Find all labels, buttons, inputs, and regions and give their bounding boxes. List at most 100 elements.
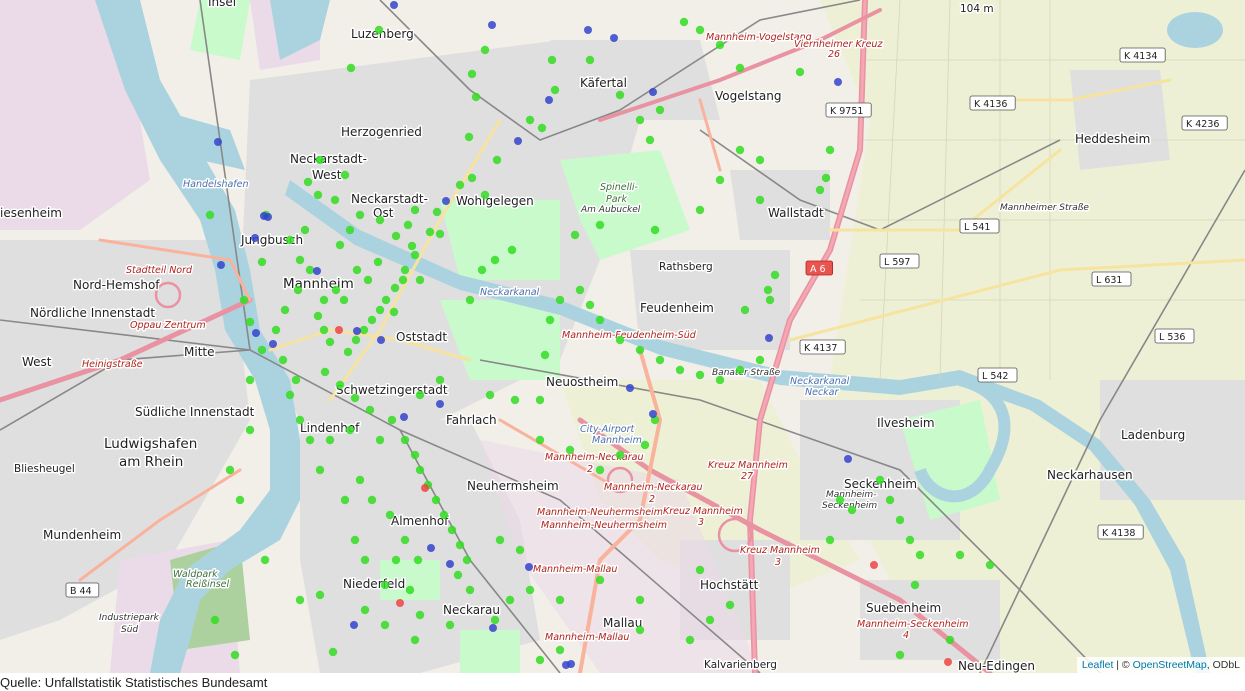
accident-marker-green[interactable] [595, 575, 605, 585]
accident-marker-green[interactable] [257, 257, 267, 267]
accident-marker-green[interactable] [615, 90, 625, 100]
accident-marker-green[interactable] [415, 275, 425, 285]
accident-marker-green[interactable] [360, 605, 370, 615]
accident-marker-green[interactable] [715, 375, 725, 385]
accident-marker-green[interactable] [350, 393, 360, 403]
accident-marker-green[interactable] [675, 365, 685, 375]
accident-marker-green[interactable] [293, 285, 303, 295]
accident-marker-blue[interactable] [626, 384, 634, 392]
accident-marker-green[interactable] [410, 635, 420, 645]
accident-marker-green[interactable] [535, 435, 545, 445]
accident-marker-blue[interactable] [649, 410, 657, 418]
accident-marker-green[interactable] [359, 325, 369, 335]
accident-marker-green[interactable] [615, 450, 625, 460]
accident-marker-green[interactable] [431, 495, 441, 505]
accident-marker-green[interactable] [330, 195, 340, 205]
accident-marker-green[interactable] [398, 275, 408, 285]
accident-marker-green[interactable] [245, 425, 255, 435]
accident-marker-green[interactable] [555, 645, 565, 655]
accident-marker-blue[interactable] [514, 137, 522, 145]
accident-marker-green[interactable] [755, 195, 765, 205]
accident-marker-green[interactable] [695, 370, 705, 380]
accident-marker-blue[interactable] [214, 138, 222, 146]
accident-marker-green[interactable] [245, 375, 255, 385]
accident-marker-green[interactable] [645, 135, 655, 145]
accident-marker-green[interactable] [462, 555, 472, 565]
accident-marker-green[interactable] [453, 570, 463, 580]
accident-marker-green[interactable] [400, 265, 410, 275]
accident-marker-green[interactable] [915, 550, 925, 560]
accident-marker-green[interactable] [755, 355, 765, 365]
accident-marker-green[interactable] [635, 345, 645, 355]
accident-marker-green[interactable] [505, 595, 515, 605]
accident-marker-green[interactable] [373, 257, 383, 267]
accident-marker-green[interactable] [375, 305, 385, 315]
accident-marker-green[interactable] [679, 17, 689, 27]
accident-marker-green[interactable] [235, 495, 245, 505]
accident-marker-green[interactable] [535, 395, 545, 405]
accident-marker-green[interactable] [455, 180, 465, 190]
accident-marker-green[interactable] [595, 465, 605, 475]
accident-marker-green[interactable] [335, 380, 345, 390]
accident-marker-blue[interactable] [353, 327, 361, 335]
accident-marker-green[interactable] [455, 540, 465, 550]
accident-marker-green[interactable] [291, 375, 301, 385]
accident-marker-green[interactable] [735, 63, 745, 73]
accident-marker-green[interactable] [815, 185, 825, 195]
accident-marker-green[interactable] [875, 475, 885, 485]
accident-markers[interactable] [0, 0, 1245, 673]
accident-marker-green[interactable] [735, 365, 745, 375]
accident-marker-green[interactable] [835, 495, 845, 505]
accident-marker-green[interactable] [464, 132, 474, 142]
accident-marker-green[interactable] [403, 220, 413, 230]
accident-marker-green[interactable] [715, 175, 725, 185]
accident-marker-green[interactable] [895, 650, 905, 660]
accident-marker-green[interactable] [847, 505, 857, 515]
accident-marker-blue[interactable] [251, 234, 259, 242]
accident-marker-green[interactable] [555, 595, 565, 605]
accident-marker-green[interactable] [363, 275, 373, 285]
accident-marker-green[interactable] [821, 173, 831, 183]
accident-marker-green[interactable] [285, 390, 295, 400]
accident-marker-green[interactable] [480, 190, 490, 200]
map-view[interactable]: Insel Luzenberg Käfertal Mannheim-Vogelstan… [0, 0, 1245, 673]
accident-marker-green[interactable] [245, 317, 255, 327]
accident-marker-green[interactable] [375, 215, 385, 225]
accident-marker-green[interactable] [490, 615, 500, 625]
accident-marker-green[interactable] [415, 465, 425, 475]
accident-marker-green[interactable] [795, 67, 805, 77]
accident-marker-green[interactable] [885, 495, 895, 505]
accident-marker-red[interactable] [870, 561, 878, 569]
accident-marker-green[interactable] [340, 495, 350, 505]
accident-marker-blue[interactable] [567, 660, 575, 668]
accident-marker-green[interactable] [575, 285, 585, 295]
accident-marker-green[interactable] [239, 295, 249, 305]
accident-marker-green[interactable] [763, 285, 773, 295]
accident-marker-green[interactable] [480, 45, 490, 55]
accident-marker-green[interactable] [225, 465, 235, 475]
accident-marker-green[interactable] [765, 295, 775, 305]
accident-marker-green[interactable] [492, 155, 502, 165]
accident-marker-green[interactable] [352, 265, 362, 275]
accident-marker-blue[interactable] [252, 329, 260, 337]
accident-marker-green[interactable] [400, 535, 410, 545]
accident-marker-green[interactable] [331, 285, 341, 295]
accident-marker-blue[interactable] [350, 621, 358, 629]
accident-marker-green[interactable] [555, 295, 565, 305]
accident-marker-green[interactable] [205, 210, 215, 220]
accident-marker-green[interactable] [537, 123, 547, 133]
accident-marker-green[interactable] [695, 205, 705, 215]
accident-marker-green[interactable] [320, 367, 330, 377]
accident-marker-green[interactable] [635, 115, 645, 125]
accident-marker-blue[interactable] [489, 624, 497, 632]
accident-marker-green[interactable] [695, 565, 705, 575]
accident-marker-green[interactable] [360, 555, 370, 565]
accident-marker-green[interactable] [313, 311, 323, 321]
accident-marker-green[interactable] [405, 585, 415, 595]
accident-marker-green[interactable] [257, 345, 267, 355]
accident-marker-green[interactable] [740, 305, 750, 315]
accident-marker-green[interactable] [445, 620, 455, 630]
accident-marker-green[interactable] [477, 265, 487, 275]
accident-marker-green[interactable] [380, 620, 390, 630]
accident-marker-blue[interactable] [610, 34, 618, 42]
